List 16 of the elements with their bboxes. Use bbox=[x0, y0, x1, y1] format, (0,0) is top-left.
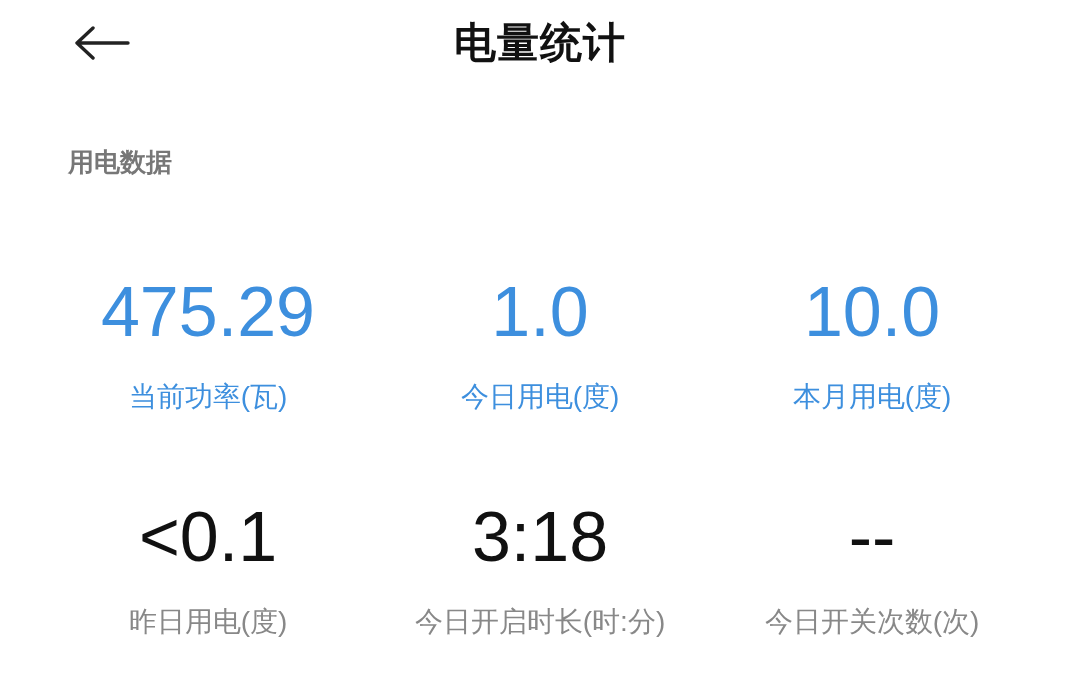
stat-value: <0.1 bbox=[138, 497, 278, 577]
stat-label: 昨日用电(度) bbox=[128, 605, 288, 639]
stat-value: 10.0 bbox=[803, 272, 941, 352]
stat-value: 475.29 bbox=[100, 272, 316, 352]
stat-value: 1.0 bbox=[491, 272, 589, 352]
stat-label: 今日开启时长(时:分) bbox=[414, 605, 666, 639]
stat-label: 今日开关次数(次) bbox=[764, 605, 980, 639]
stat-label: 今日用电(度) bbox=[460, 380, 620, 414]
section-title: 用电数据 bbox=[68, 146, 172, 179]
stat-label: 本月用电(度) bbox=[792, 380, 952, 414]
back-button[interactable] bbox=[72, 24, 132, 62]
page-title: 电量统计 bbox=[454, 18, 626, 68]
stat-value: -- bbox=[848, 497, 896, 577]
stat-label: 当前功率(瓦) bbox=[128, 380, 288, 414]
back-arrow-icon bbox=[74, 26, 130, 60]
stat-value: 3:18 bbox=[471, 497, 609, 577]
